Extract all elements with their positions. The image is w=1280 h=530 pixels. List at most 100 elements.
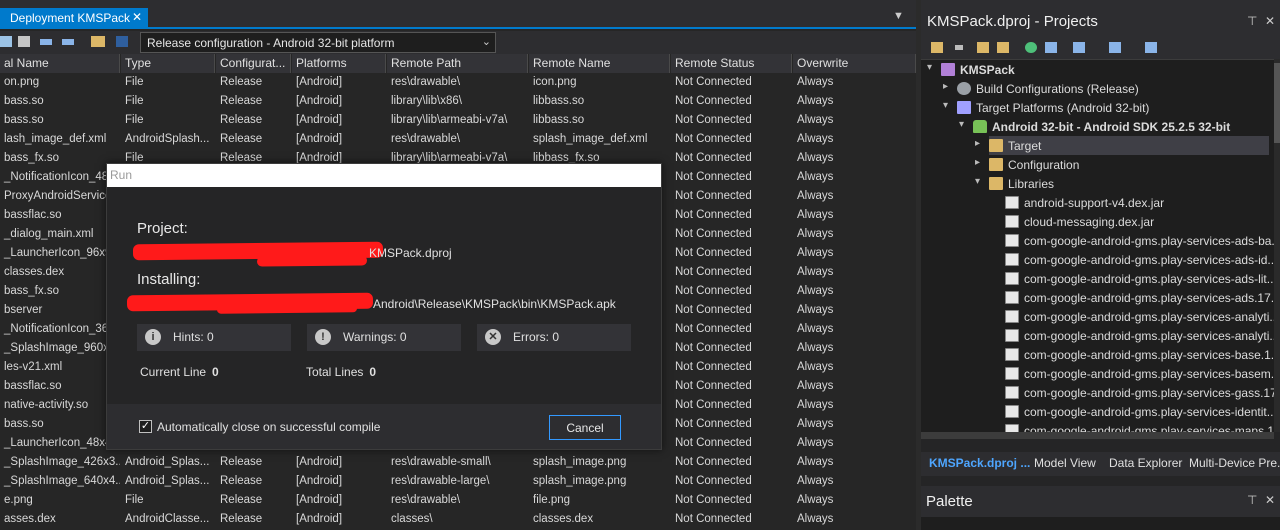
table-cell: file.png <box>533 494 571 506</box>
tab-model-view[interactable]: Model View <box>1034 456 1096 470</box>
table-cell: Always <box>797 133 834 145</box>
table-cell: Not Connected <box>675 209 752 221</box>
build-icon[interactable] <box>931 42 943 53</box>
expander-icon[interactable]: ▸ <box>943 81 948 92</box>
tree-node[interactable]: com-google-android-gms.play-services-bas… <box>1005 345 1274 364</box>
column-header[interactable]: Remote Status <box>671 54 792 73</box>
refresh-icon[interactable] <box>0 36 12 47</box>
expander-icon[interactable]: ▾ <box>943 100 948 111</box>
table-cell: on.png <box>4 76 40 88</box>
table-cell: Not Connected <box>675 475 752 487</box>
tree-node[interactable]: com-google-android-gms.play-services-ana… <box>1005 326 1274 345</box>
tree-node[interactable]: com-google-android-gms.play-services-bas… <box>1005 364 1274 383</box>
sort-icon[interactable] <box>1109 42 1121 53</box>
error-icon: ✕ <box>485 329 501 345</box>
auto-close-checkbox[interactable]: ✓ <box>139 420 152 433</box>
expander-icon[interactable]: ▾ <box>927 62 932 73</box>
cancel-button[interactable]: Cancel <box>549 415 621 440</box>
sync-icon[interactable] <box>1025 42 1037 53</box>
table-row[interactable]: lash_image_def.xml AndroidSplash... Releas… <box>0 130 916 149</box>
column-header[interactable]: Type <box>121 54 215 73</box>
new-folder-icon[interactable] <box>997 42 1009 53</box>
tab-data-explorer[interactable]: Data Explorer <box>1109 456 1182 470</box>
tree-node[interactable]: com-google-android-gms.play-services-ads… <box>1005 288 1274 307</box>
table-row[interactable]: _SplashImage_640x4... Android_Splas... Rel… <box>0 472 916 491</box>
compile-icon[interactable] <box>1045 42 1057 53</box>
table-cell: Always <box>797 456 834 468</box>
tree-node-label: com-google-android-gms.play-services-ads… <box>1024 291 1274 305</box>
total-lines-value: 0 <box>369 365 377 379</box>
auto-close-label[interactable]: Automatically close on successful compil… <box>157 420 380 434</box>
tab-list-dropdown-icon[interactable]: ▼ <box>893 10 904 22</box>
tab-multi-device-preview[interactable]: Multi-Device Pre... <box>1189 456 1280 470</box>
expander-icon[interactable]: ▸ <box>975 138 980 149</box>
table-cell: Not Connected <box>675 399 752 411</box>
table-cell: Not Connected <box>675 266 752 278</box>
table-cell: Not Connected <box>675 456 752 468</box>
tab-deployment[interactable]: Deployment KMSPack ✕ <box>0 8 148 29</box>
tree-vertical-scrollbar[interactable] <box>1274 59 1280 432</box>
table-row[interactable]: asses.dex AndroidClasse... Release [Android… <box>0 510 916 529</box>
table-cell: [Android] <box>296 475 343 487</box>
tree-horizontal-scrollbar[interactable] <box>921 432 1274 439</box>
table-row[interactable]: bass.so File Release [Android] library\lib\x… <box>0 92 916 111</box>
column-header[interactable]: Platforms <box>292 54 386 73</box>
table-cell: bass_fx.so <box>4 152 59 164</box>
expander-icon[interactable]: ▸ <box>975 157 980 168</box>
tree-node[interactable]: android-support-v4.dex.jar <box>1005 193 1164 212</box>
column-header[interactable]: Configurat... <box>216 54 291 73</box>
tab-projects[interactable]: KMSPack.dproj ... <box>929 456 1030 470</box>
pin-icon[interactable]: ⊤ <box>1247 14 1257 28</box>
tree-node[interactable]: com-google-android-gms.play-services-ads… <box>1005 231 1274 250</box>
tree-node[interactable]: ▾ KMSPack <box>927 60 1015 79</box>
table-row[interactable]: bass.so File Release [Android] library\lib\a… <box>0 111 916 130</box>
tree-node[interactable]: ▾ Libraries <box>975 174 1054 193</box>
tree-node-label: Android 32-bit - Android SDK 25.2.5 32-b… <box>992 120 1231 134</box>
tree-node[interactable]: com-google-android-gms.play-services-ads… <box>1005 250 1274 269</box>
table-cell: classes.dex <box>533 513 594 525</box>
tree-node[interactable]: cloud-messaging.dex.jar <box>1005 212 1154 231</box>
tree-node[interactable]: com-google-android-gms.play-services-ide… <box>1005 402 1274 421</box>
table-cell: Not Connected <box>675 133 752 145</box>
open-icon[interactable] <box>977 42 989 53</box>
tree-node-label: com-google-android-gms.play-services-ads… <box>1024 272 1274 286</box>
table-row[interactable]: _SplashImage_426x3... Android_Splas... Rel… <box>0 453 916 472</box>
tree-node[interactable]: com-google-android-gms.play-services-gas… <box>1005 383 1274 402</box>
column-header[interactable]: Overwrite <box>793 54 916 73</box>
view-icon[interactable] <box>1073 42 1085 53</box>
column-header[interactable]: Remote Name <box>529 54 670 73</box>
expander-icon[interactable]: ▾ <box>975 176 980 187</box>
column-header[interactable]: Remote Path <box>387 54 528 73</box>
configuration-select[interactable]: Release configuration - Android 32-bit p… <box>140 32 496 53</box>
deploy-icon[interactable] <box>116 36 128 47</box>
tree-node[interactable]: ▸ Target <box>975 136 1269 155</box>
tree-node[interactable]: com-google-android-gms.play-services-ads… <box>1005 269 1274 288</box>
tree-node[interactable]: ▾ Android 32-bit - Android SDK 25.2.5 32-… <box>959 117 1231 136</box>
disconnect-icon[interactable] <box>62 39 74 45</box>
close-icon[interactable]: ✕ <box>1265 493 1275 507</box>
file-icon <box>1005 253 1019 266</box>
dropdown-icon[interactable] <box>955 45 963 50</box>
table-cell: Always <box>797 247 834 259</box>
pin-icon[interactable]: ⊤ <box>1247 493 1257 507</box>
revert-icon[interactable] <box>18 36 30 47</box>
warning-icon: ! <box>315 329 331 345</box>
tree-node[interactable]: ▸ Configuration <box>975 155 1079 174</box>
tree-node[interactable]: ▸ Build Configurations (Release) <box>943 79 1139 98</box>
close-tab-icon[interactable]: ✕ <box>132 10 142 24</box>
add-files-icon[interactable] <box>91 36 105 47</box>
table-row[interactable]: on.png File Release [Android] res\drawable\ i… <box>0 73 916 92</box>
close-icon[interactable]: ✕ <box>1265 14 1275 28</box>
column-header[interactable]: al Name <box>0 54 120 73</box>
file-icon <box>1005 310 1019 323</box>
table-cell: Not Connected <box>675 95 752 107</box>
table-cell: library\lib\armeabi-v7a\ <box>391 114 508 126</box>
expander-icon[interactable]: ▾ <box>959 119 964 130</box>
expand-icon[interactable] <box>1145 42 1157 53</box>
tree-node[interactable]: com-google-android-gms.play-services-map… <box>1005 421 1274 432</box>
tree-node[interactable]: ▾ Target Platforms (Android 32-bit) <box>943 98 1149 117</box>
scrollbar-thumb[interactable] <box>1274 63 1280 143</box>
tree-node[interactable]: com-google-android-gms.play-services-ana… <box>1005 307 1274 326</box>
table-row[interactable]: e.png File Release [Android] res\drawable\ fi… <box>0 491 916 510</box>
connect-icon[interactable] <box>40 39 52 45</box>
